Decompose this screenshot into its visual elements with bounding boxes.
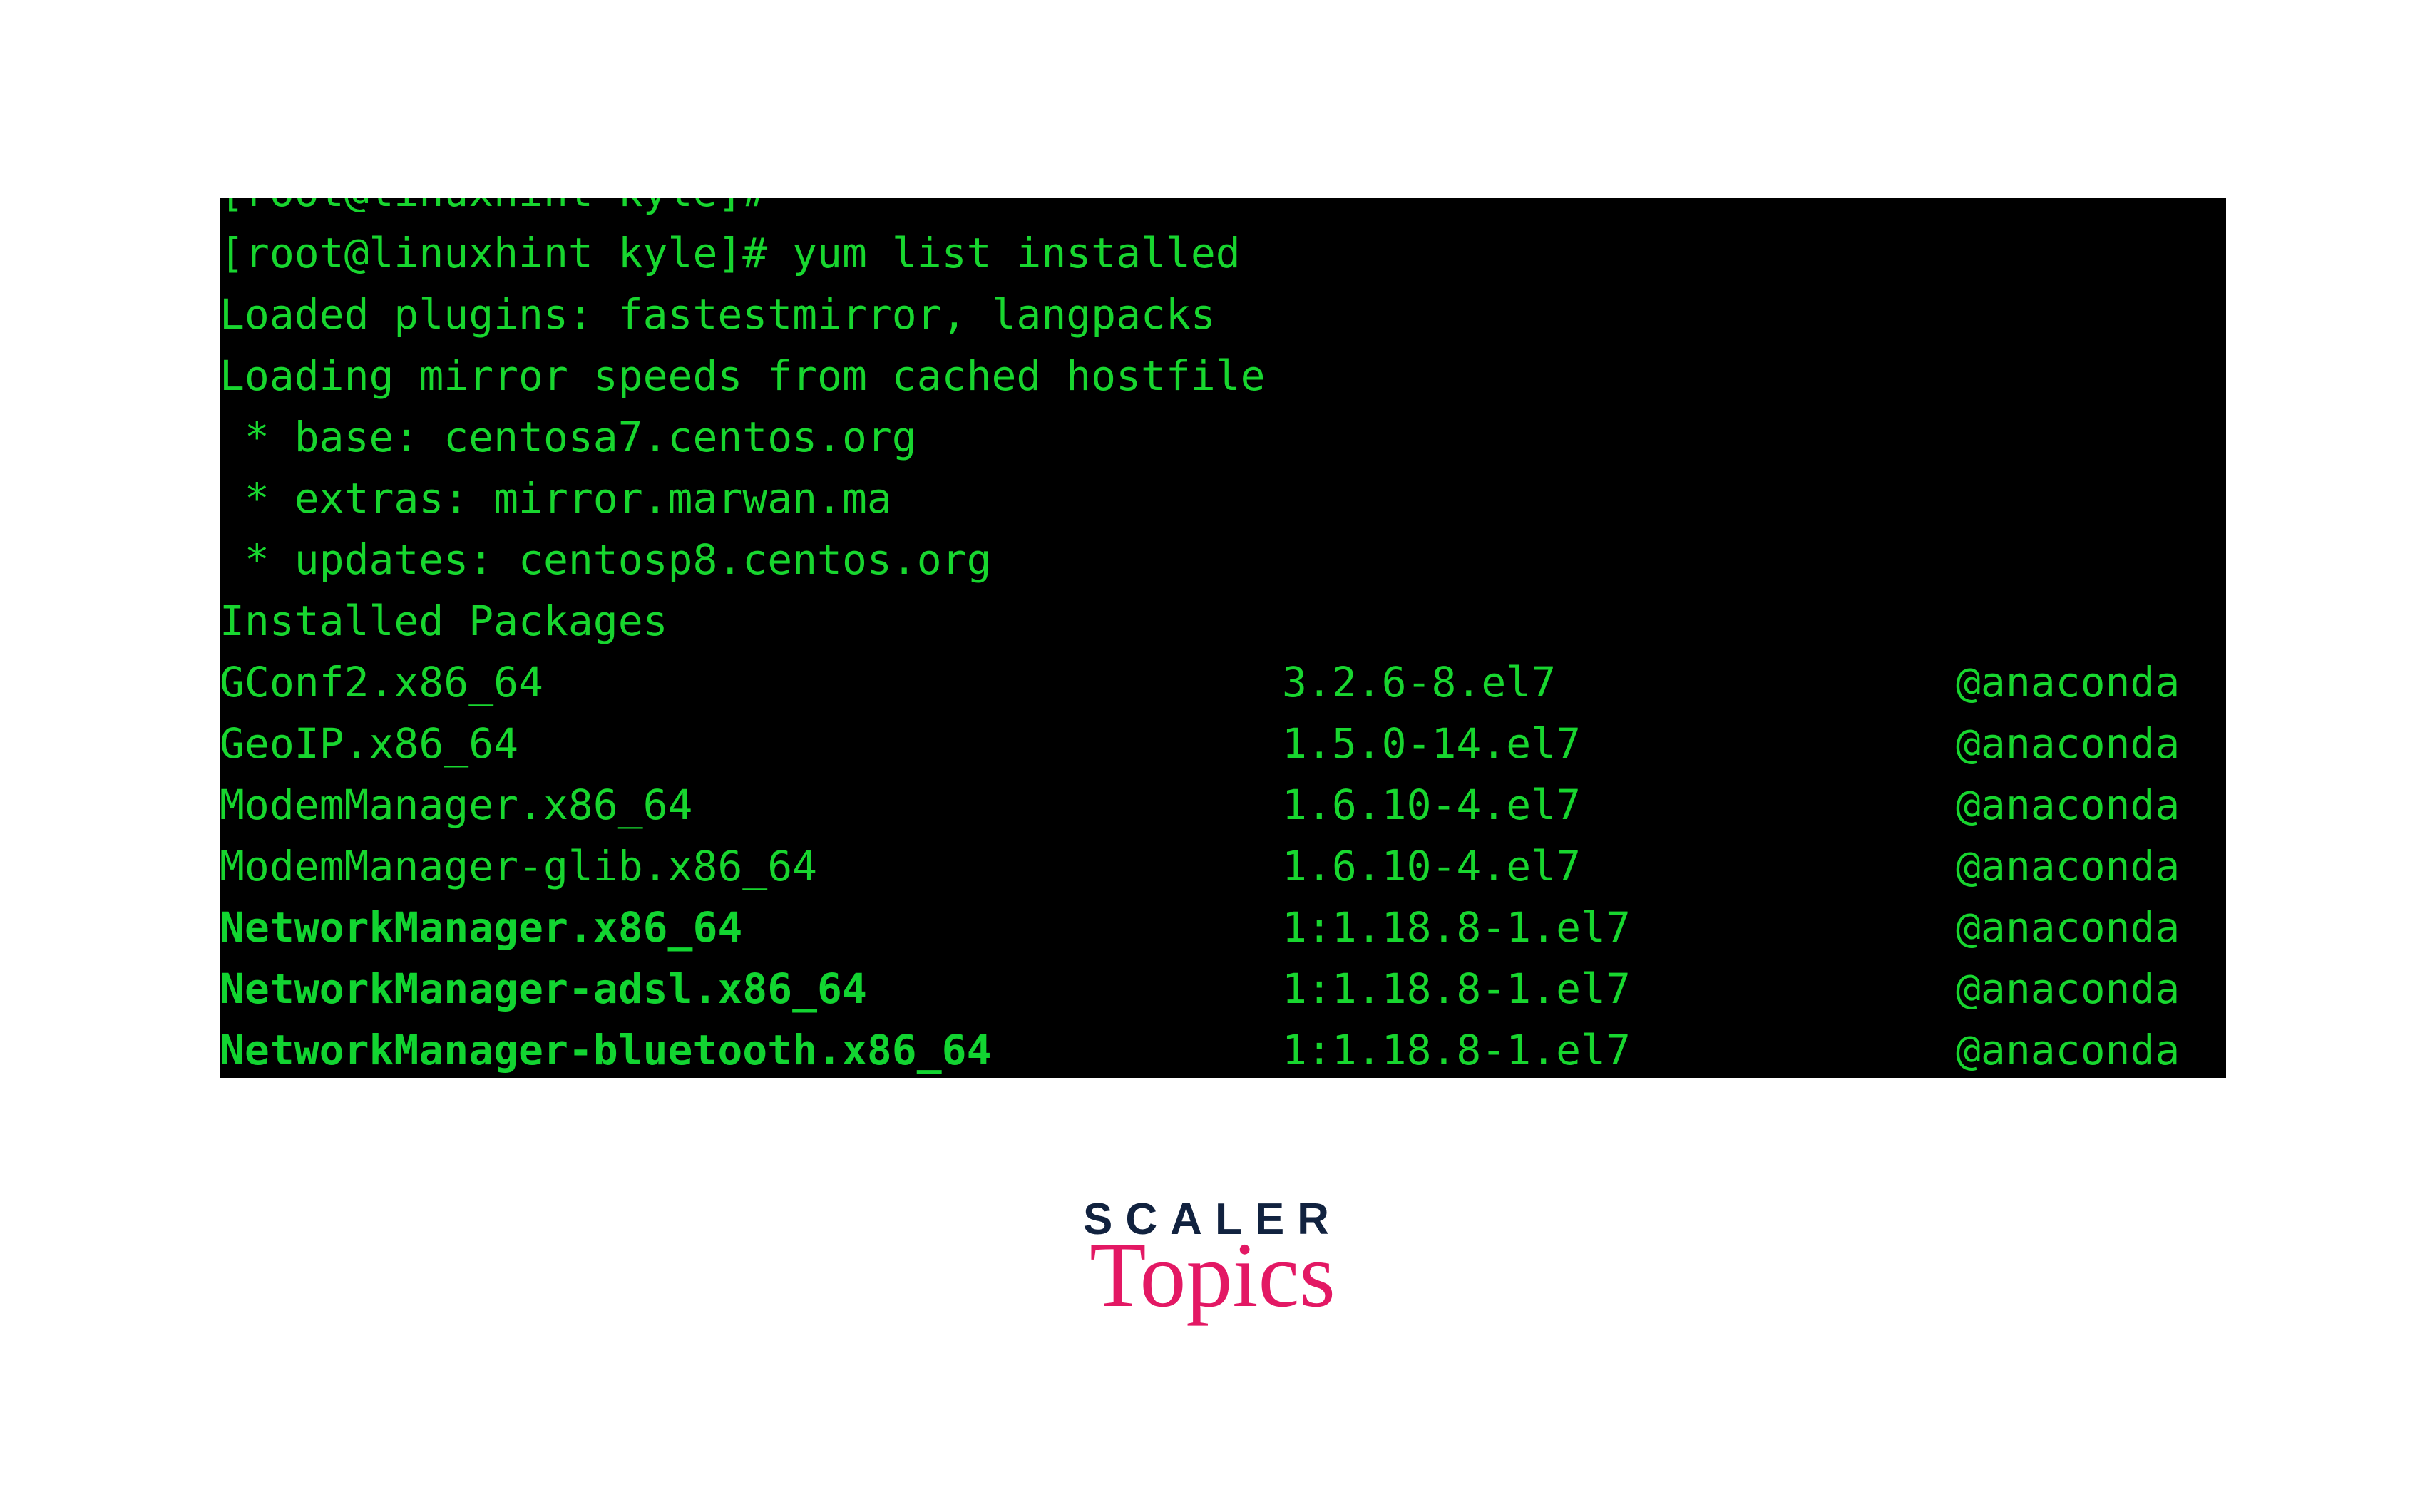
package-repo: @anaconda bbox=[1956, 1019, 2226, 1078]
package-version: 1:1.18.8-1.el7 bbox=[1282, 897, 1956, 958]
package-name: ModemManager-glib.x86_64 bbox=[220, 835, 1282, 897]
package-version: 1:1.18.8-1.el7 bbox=[1282, 958, 1956, 1019]
package-repo: @anaconda bbox=[1956, 652, 2226, 713]
terminal-output-line: * updates: centosp8.centos.org bbox=[220, 529, 2226, 590]
package-repo: @anaconda bbox=[1956, 774, 2226, 835]
package-name: ModemManager.x86_64 bbox=[220, 774, 1282, 835]
package-name: NetworkManager.x86_64 bbox=[220, 897, 1282, 958]
package-row: NetworkManager.x86_64 1:1.18.8-1.el7 @an… bbox=[220, 897, 2226, 958]
package-row: ModemManager.x86_64 1.6.10-4.el7 @anacon… bbox=[220, 774, 2226, 835]
package-version: 1.5.0-14.el7 bbox=[1282, 713, 1956, 774]
package-name: NetworkManager-adsl.x86_64 bbox=[220, 958, 1282, 1019]
package-version: 1:1.18.8-1.el7 bbox=[1282, 1019, 1956, 1078]
shell-prompt: [root@linuxhint kyle]# bbox=[220, 222, 792, 284]
brand-wordmark-bottom: Topics bbox=[0, 1229, 2425, 1322]
package-version: 1.6.10-4.el7 bbox=[1282, 835, 1956, 897]
footer-brand: SCALER Topics bbox=[0, 1194, 2425, 1316]
package-repo: @anaconda bbox=[1956, 835, 2226, 897]
package-repo: @anaconda bbox=[1956, 958, 2226, 1019]
package-repo: @anaconda bbox=[1956, 713, 2226, 774]
canvas: [root@linuxhint kyle]# [root@linuxhint k… bbox=[0, 0, 2425, 1512]
package-row: GConf2.x86_64 3.2.6-8.el7 @anaconda bbox=[220, 652, 2226, 713]
package-version: 3.2.6-8.el7 bbox=[1282, 652, 1956, 713]
package-row: NetworkManager-adsl.x86_64 1:1.18.8-1.el… bbox=[220, 958, 2226, 1019]
terminal-output-line: * base: centosa7.centos.org bbox=[220, 406, 2226, 468]
terminal-output-line: Loading mirror speeds from cached hostfi… bbox=[220, 345, 2226, 406]
terminal-prompt-line: [root@linuxhint kyle]# yum list installe… bbox=[220, 222, 2226, 284]
package-row: NetworkManager-bluetooth.x86_64 1:1.18.8… bbox=[220, 1019, 2226, 1078]
package-name: GConf2.x86_64 bbox=[220, 652, 1282, 713]
terminal-prev-prompt: [root@linuxhint kyle]# bbox=[220, 198, 2226, 222]
package-name: GeoIP.x86_64 bbox=[220, 713, 1282, 774]
shell-command: yum list installed bbox=[792, 222, 1241, 284]
package-repo: @anaconda bbox=[1956, 897, 2226, 958]
terminal-output-line: Installed Packages bbox=[220, 590, 2226, 652]
package-row: GeoIP.x86_64 1.5.0-14.el7 @anaconda bbox=[220, 713, 2226, 774]
package-name: NetworkManager-bluetooth.x86_64 bbox=[220, 1019, 1282, 1078]
package-row: ModemManager-glib.x86_64 1.6.10-4.el7 @a… bbox=[220, 835, 2226, 897]
terminal-window[interactable]: [root@linuxhint kyle]# [root@linuxhint k… bbox=[220, 198, 2226, 1078]
package-version: 1.6.10-4.el7 bbox=[1282, 774, 1956, 835]
terminal-output-line: Loaded plugins: fastestmirror, langpacks bbox=[220, 284, 2226, 345]
terminal-output-line: * extras: mirror.marwan.ma bbox=[220, 468, 2226, 529]
